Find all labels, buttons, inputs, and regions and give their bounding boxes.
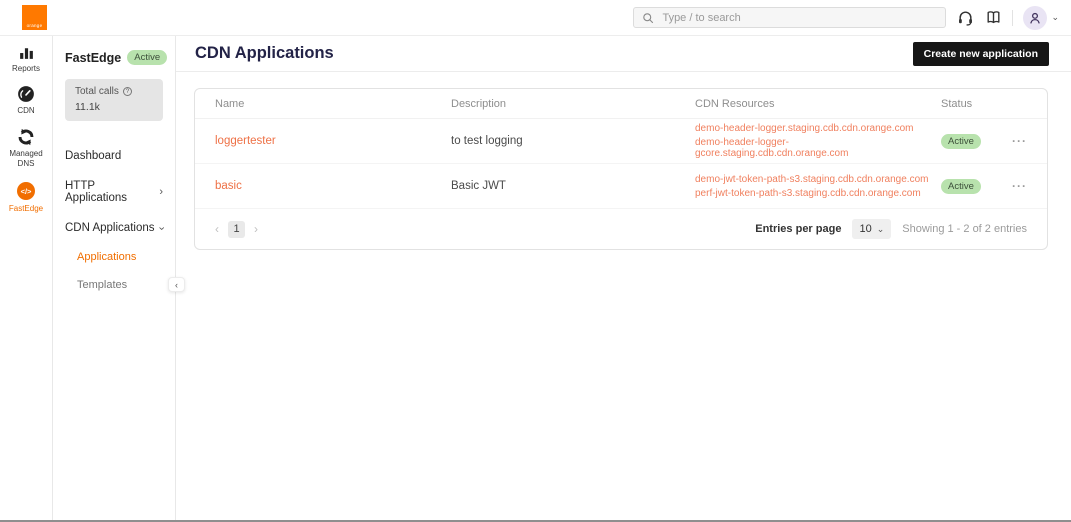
next-page-icon[interactable]: › — [254, 222, 258, 236]
table-row: basic Basic JWT demo-jwt-token-path-s3.s… — [195, 164, 1047, 209]
row-actions-menu-icon[interactable]: ··· — [1012, 135, 1027, 147]
submenu-item-label: Templates — [77, 279, 127, 291]
pagination-bar: ‹ 1 › Entries per page 10 ⌄ Showing 1 - … — [195, 209, 1047, 249]
orange-logo-text: orange — [27, 23, 43, 28]
sidebar-item-reports[interactable]: Reports — [0, 44, 52, 74]
application-description: to test logging — [451, 135, 695, 147]
sidebar-item-fastedge[interactable]: </> FastEdge — [0, 181, 52, 214]
code-circle-icon: </> — [16, 181, 36, 201]
topbar-icons: ⌄ — [956, 6, 1059, 30]
cdn-resources-cell: demo-header-logger.staging.cdb.cdn.orang… — [695, 123, 941, 159]
total-calls-card: Total calls ? 11.1k — [65, 79, 163, 121]
page-navigation: ‹ 1 › — [215, 221, 258, 238]
sidebar-item-cdn-applications[interactable]: CDN Applications › — [65, 213, 163, 243]
row-actions-menu-icon[interactable]: ··· — [1012, 180, 1027, 192]
create-new-application-button[interactable]: Create new application — [913, 42, 1049, 66]
sidebar-item-label: Reports — [12, 64, 40, 74]
total-calls-value: 11.1k — [75, 101, 153, 113]
help-question-icon[interactable]: ? — [123, 87, 132, 96]
search-box[interactable] — [633, 7, 946, 28]
gauge-icon — [17, 85, 35, 103]
menu-item-label: HTTP Applications — [65, 180, 159, 204]
search-input[interactable] — [660, 11, 937, 25]
pagination-controls: Entries per page 10 ⌄ Showing 1 - 2 of 2… — [755, 219, 1027, 239]
chevron-down-icon: ⌄ — [877, 225, 885, 234]
avatar — [1023, 6, 1047, 30]
application-name-link[interactable]: basic — [215, 180, 451, 192]
support-headset-icon[interactable] — [956, 9, 974, 27]
icon-rail: Reports CDN Managed DNS </> FastEdge — [0, 36, 53, 520]
menu-item-label: Dashboard — [65, 150, 121, 162]
sidebar-item-http-applications[interactable]: HTTP Applications › — [65, 171, 163, 213]
cdn-resource-link[interactable]: perf-jwt-token-path-s3.staging.cdb.cdn.o… — [695, 188, 941, 199]
showing-entries-text: Showing 1 - 2 of 2 entries — [902, 223, 1027, 235]
sidebar-header: FastEdge Active — [65, 50, 163, 65]
applications-table-card: Name Description CDN Resources Status lo… — [194, 88, 1048, 250]
status-badge: Active — [941, 179, 981, 194]
orange-logo[interactable]: orange — [22, 5, 47, 30]
sidebar-title: FastEdge — [65, 51, 121, 65]
menu-item-label: CDN Applications — [65, 222, 154, 234]
fastedge-status-badge: Active — [127, 50, 167, 65]
chevron-right-icon: › — [159, 187, 163, 198]
column-header-status: Status — [941, 98, 1005, 110]
sidebar-collapse-button[interactable]: ‹ — [168, 277, 185, 292]
sidebar-item-label: FastEdge — [9, 204, 43, 214]
total-calls-label: Total calls — [75, 86, 119, 97]
page-title: CDN Applications — [195, 44, 334, 63]
search-icon — [642, 12, 654, 24]
account-menu[interactable]: ⌄ — [1023, 6, 1059, 30]
chevron-down-icon: ⌄ — [1051, 13, 1059, 22]
sidebar-item-dashboard[interactable]: Dashboard — [65, 141, 163, 171]
sidebar-item-label: CDN — [17, 106, 34, 116]
previous-page-icon[interactable]: ‹ — [215, 222, 219, 236]
table-header-row: Name Description CDN Resources Status — [195, 89, 1047, 119]
sync-arrows-icon — [17, 128, 35, 146]
cdn-resources-cell: demo-jwt-token-path-s3.staging.cdb.cdn.o… — [695, 174, 941, 199]
cdn-resource-link[interactable]: demo-header-logger-gcore.staging.cdb.cdn… — [695, 137, 941, 159]
fastedge-sidebar: FastEdge Active Total calls ? 11.1k Dash… — [53, 36, 176, 520]
application-name-link[interactable]: loggertester — [215, 135, 451, 147]
sidebar-subitem-applications[interactable]: Applications — [65, 243, 163, 271]
column-header-description: Description — [451, 98, 695, 110]
chevron-down-icon: › — [156, 227, 167, 231]
entries-per-page-label: Entries per page — [755, 223, 841, 235]
topbar-divider — [1012, 10, 1013, 26]
svg-text:</>: </> — [21, 186, 32, 195]
bar-chart-icon — [18, 44, 35, 61]
page-number-button[interactable]: 1 — [228, 221, 245, 238]
application-description: Basic JWT — [451, 180, 695, 192]
cdn-resource-link[interactable]: demo-header-logger.staging.cdb.cdn.orang… — [695, 123, 941, 134]
sidebar-subitem-templates[interactable]: Templates — [65, 271, 163, 299]
entries-per-page-select[interactable]: 10 ⌄ — [852, 219, 891, 239]
chevron-left-icon: ‹ — [175, 280, 178, 290]
page-header: CDN Applications Create new application — [176, 36, 1071, 72]
table-row: loggertester to test logging demo-header… — [195, 119, 1047, 164]
entries-per-page-value: 10 — [859, 223, 871, 235]
status-badge: Active — [941, 134, 981, 149]
main-content: CDN Applications Create new application … — [176, 36, 1071, 520]
sidebar-item-cdn[interactable]: CDN — [0, 85, 52, 116]
submenu-item-label: Applications — [77, 251, 136, 263]
column-header-cdn-resources: CDN Resources — [695, 98, 941, 110]
sidebar-item-label: Managed DNS — [2, 149, 50, 170]
app-window: orange ⌄ — [0, 0, 1071, 522]
documentation-book-icon[interactable] — [984, 9, 1002, 27]
column-header-name: Name — [215, 98, 451, 110]
cdn-resource-link[interactable]: demo-jwt-token-path-s3.staging.cdb.cdn.o… — [695, 174, 941, 185]
sidebar-item-managed-dns[interactable]: Managed DNS — [0, 128, 52, 170]
topbar: orange ⌄ — [0, 0, 1071, 36]
